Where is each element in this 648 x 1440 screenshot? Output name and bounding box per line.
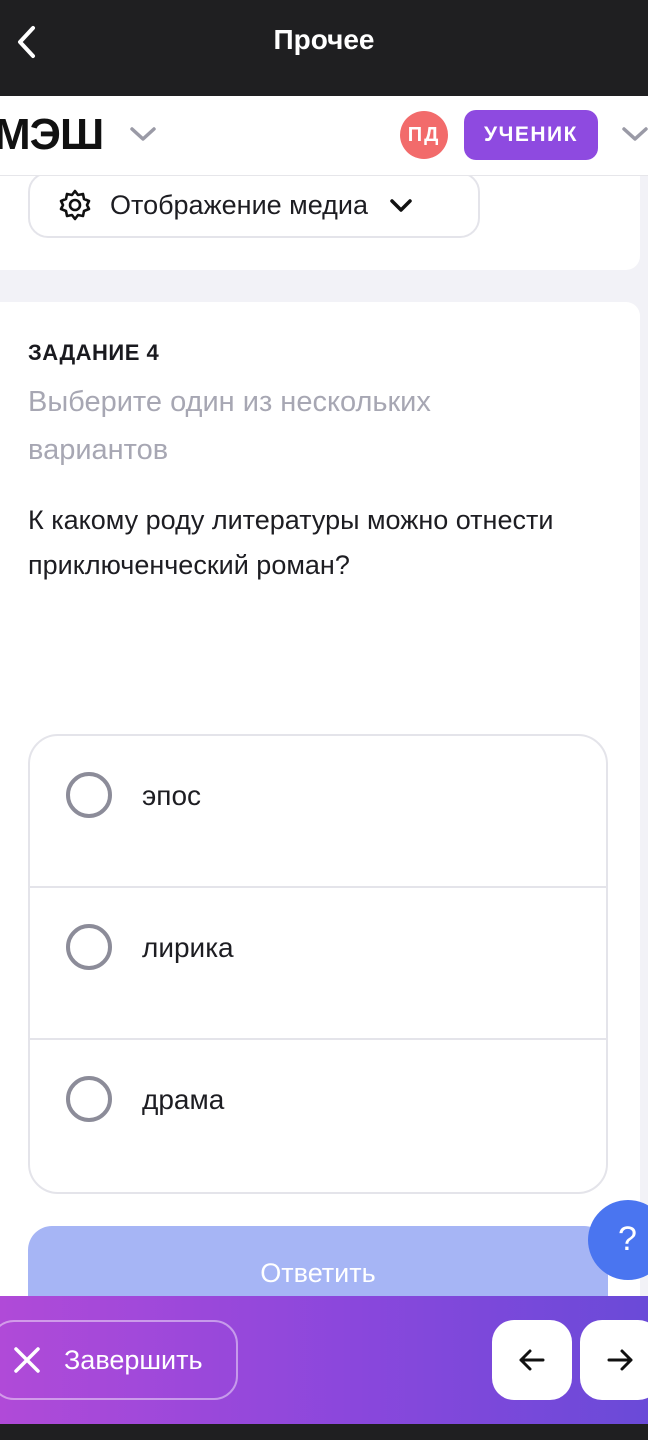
arrow-left-icon <box>519 1349 545 1371</box>
answer-option[interactable]: лирика <box>30 888 606 1040</box>
close-icon <box>14 1347 40 1373</box>
title-bar: Прочее <box>0 0 648 96</box>
chevron-down-icon[interactable] <box>620 122 648 146</box>
chevron-down-icon[interactable] <box>128 122 158 146</box>
help-label: ? <box>618 1220 637 1258</box>
answer-option[interactable]: драма <box>30 1040 606 1192</box>
logo[interactable]: МЭШ <box>0 110 104 160</box>
radio-button[interactable] <box>66 772 112 818</box>
role-badge[interactable]: УЧЕНИК <box>464 110 598 160</box>
task-card: ЗАДАНИЕ 4 Выберите один из нескольких ва… <box>0 302 640 1402</box>
media-display-label: Отображение медиа <box>110 189 369 220</box>
avatar[interactable]: ПД <box>400 111 448 159</box>
answer-option[interactable]: эпос <box>30 736 606 888</box>
radio-button[interactable] <box>66 1076 112 1122</box>
radio-button[interactable] <box>66 924 112 970</box>
media-display-dropdown[interactable]: Отображение медиа <box>28 172 480 238</box>
window-title: Прочее <box>273 24 375 55</box>
option-label: драма <box>142 1084 225 1115</box>
system-nav-strip <box>0 1424 648 1440</box>
finish-button[interactable]: Завершить <box>0 1320 238 1400</box>
task-instruction: Выберите один из нескольких вариантов <box>28 386 431 466</box>
gear-icon <box>59 189 91 221</box>
next-task-button[interactable] <box>580 1320 648 1400</box>
answer-options: эпос лирика драма <box>28 734 608 1194</box>
previous-task-button[interactable] <box>492 1320 572 1400</box>
task-number: ЗАДАНИЕ 4 <box>28 340 160 365</box>
app-header: МЭШ ПД УЧЕНИК <box>0 96 648 176</box>
option-label: лирика <box>142 932 234 963</box>
finish-label: Завершить <box>64 1344 203 1375</box>
task-question: К какому роду литературы можно отнести п… <box>28 505 554 580</box>
chevron-down-icon <box>390 199 412 212</box>
bottom-bar: Завершить <box>0 1296 648 1424</box>
arrow-right-icon <box>607 1349 633 1371</box>
option-label: эпос <box>142 780 202 811</box>
